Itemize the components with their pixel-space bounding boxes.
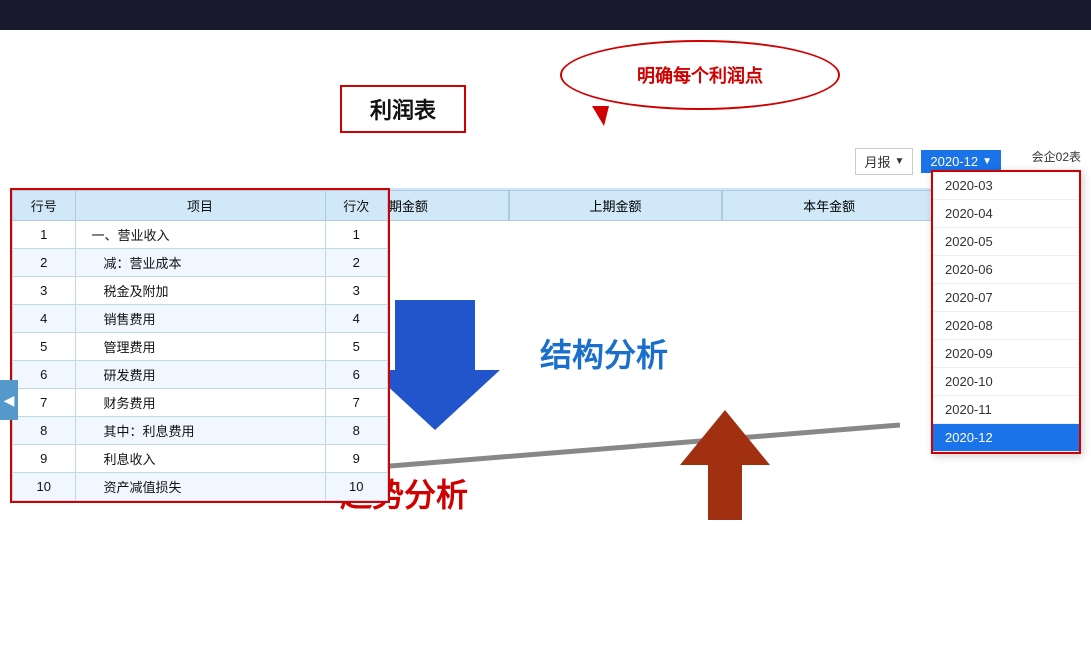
cell-row-num: 9 bbox=[13, 445, 76, 473]
extended-table-headers: 本期金额 上期金额 本年金额 bbox=[295, 188, 936, 221]
cell-row-num: 2 bbox=[13, 249, 76, 277]
cell-row-num: 3 bbox=[13, 277, 76, 305]
left-nav-button[interactable]: ◀ bbox=[0, 380, 18, 420]
col-prev-amount: 上期金额 bbox=[509, 190, 723, 221]
dropdown-item[interactable]: 2020-10 bbox=[933, 368, 1079, 396]
cell-item: 研发费用 bbox=[75, 361, 325, 389]
table-row: 4销售费用4 bbox=[13, 305, 388, 333]
dropdown-item[interactable]: 2020-11 bbox=[933, 396, 1079, 424]
cell-item: 财务费用 bbox=[75, 389, 325, 417]
th-item: 项目 bbox=[75, 191, 325, 221]
period-label: 2020-12 bbox=[930, 154, 978, 169]
cell-row-num: 1 bbox=[13, 221, 76, 249]
title-box: 利润表 bbox=[340, 85, 466, 133]
title-text: 利润表 bbox=[370, 98, 436, 123]
speech-bubble-text: 明确每个利润点 bbox=[637, 62, 763, 88]
table-row: 10资产减值损失10 bbox=[13, 473, 388, 501]
cell-item: 管理费用 bbox=[75, 333, 325, 361]
dropdown-panel: 2020-032020-042020-052020-062020-072020-… bbox=[931, 170, 1081, 454]
dropdown-item[interactable]: 2020-05 bbox=[933, 228, 1079, 256]
col-year-amount: 本年金额 bbox=[722, 190, 936, 221]
cell-order: 9 bbox=[325, 445, 388, 473]
main-container: 明确每个利润点 利润表 会企02表 月报 ▼ 2020-12 ▼ 单位：元 本期… bbox=[0, 30, 1091, 654]
cell-order: 7 bbox=[325, 389, 388, 417]
table-row: 5管理费用5 bbox=[13, 333, 388, 361]
cell-order: 10 bbox=[325, 473, 388, 501]
overlay-area: 结构分析 趋势分析 bbox=[310, 240, 991, 614]
table-row: 3税金及附加3 bbox=[13, 277, 388, 305]
company-label: 会企02表 bbox=[1032, 148, 1081, 165]
structure-analysis-text: 结构分析 bbox=[540, 330, 668, 376]
left-nav-icon: ◀ bbox=[4, 392, 15, 409]
table-row: 1一、营业收入1 bbox=[13, 221, 388, 249]
cell-row-num: 5 bbox=[13, 333, 76, 361]
cell-item: 其中：利息费用 bbox=[75, 417, 325, 445]
cell-order: 6 bbox=[325, 361, 388, 389]
cell-row-num: 8 bbox=[13, 417, 76, 445]
cell-row-num: 6 bbox=[13, 361, 76, 389]
dropdown-item[interactable]: 2020-08 bbox=[933, 312, 1079, 340]
cell-row-num: 10 bbox=[13, 473, 76, 501]
dropdown-item[interactable]: 2020-07 bbox=[933, 284, 1079, 312]
cell-order: 3 bbox=[325, 277, 388, 305]
period-type-label: 月报 bbox=[864, 152, 890, 171]
dropdown-item[interactable]: 2020-12 bbox=[933, 424, 1079, 452]
cell-row-num: 4 bbox=[13, 305, 76, 333]
speech-bubble: 明确每个利润点 bbox=[560, 40, 840, 110]
cell-item: 资产减值损失 bbox=[75, 473, 325, 501]
table-row: 8其中：利息费用8 bbox=[13, 417, 388, 445]
trend-line bbox=[340, 420, 900, 480]
top-bar bbox=[0, 0, 1091, 30]
dropdown-item[interactable]: 2020-09 bbox=[933, 340, 1079, 368]
cell-row-num: 7 bbox=[13, 389, 76, 417]
brown-arrow-icon bbox=[680, 410, 770, 520]
period-chevron: ▼ bbox=[982, 156, 992, 167]
th-order: 行次 bbox=[325, 191, 388, 221]
cell-order: 1 bbox=[325, 221, 388, 249]
profit-table: 行号 项目 行次 1一、营业收入12减：营业成本23税金及附加34销售费用45管… bbox=[10, 188, 390, 503]
period-type-select[interactable]: 月报 ▼ bbox=[855, 148, 913, 175]
cell-item: 一、营业收入 bbox=[75, 221, 325, 249]
cell-item: 税金及附加 bbox=[75, 277, 325, 305]
dropdown-item[interactable]: 2020-04 bbox=[933, 200, 1079, 228]
cell-item: 利息收入 bbox=[75, 445, 325, 473]
period-type-chevron: ▼ bbox=[894, 156, 904, 167]
cell-item: 减：营业成本 bbox=[75, 249, 325, 277]
table-row: 2减：营业成本2 bbox=[13, 249, 388, 277]
cell-order: 4 bbox=[325, 305, 388, 333]
cell-item: 销售费用 bbox=[75, 305, 325, 333]
cell-order: 8 bbox=[325, 417, 388, 445]
dropdown-item[interactable]: 2020-03 bbox=[933, 172, 1079, 200]
cell-order: 5 bbox=[325, 333, 388, 361]
table-row: 7财务费用7 bbox=[13, 389, 388, 417]
dropdown-item[interactable]: 2020-06 bbox=[933, 256, 1079, 284]
table-row: 9利息收入9 bbox=[13, 445, 388, 473]
cell-order: 2 bbox=[325, 249, 388, 277]
table-row: 6研发费用6 bbox=[13, 361, 388, 389]
th-row-num: 行号 bbox=[13, 191, 76, 221]
